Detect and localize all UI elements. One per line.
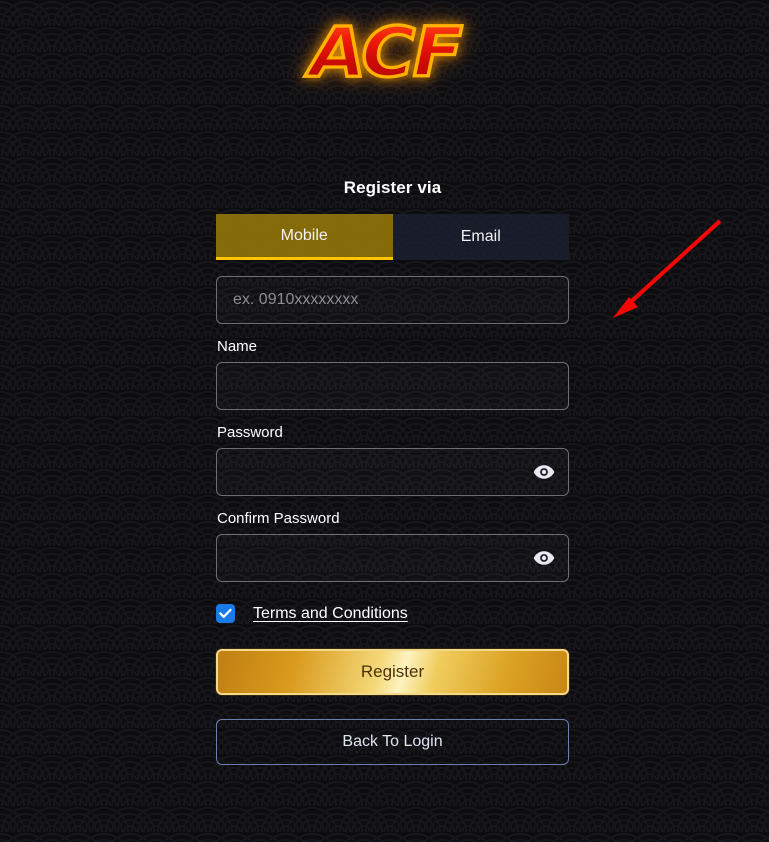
name-label: Name [217,338,258,355]
password-input-shell[interactable] [216,448,569,496]
register-method-tabs: Mobile Email [216,214,569,260]
confirm-password-visibility-toggle[interactable] [533,547,555,569]
password-field-group: Password [216,424,569,496]
tab-mobile[interactable]: Mobile [216,214,393,260]
check-icon [219,608,232,618]
password-input[interactable] [217,449,568,495]
page-title: Register via [343,178,442,197]
confirm-password-input-shell[interactable] [216,534,569,582]
mobile-input-shell[interactable] [216,276,569,324]
register-form: Register via Mobile Email Name Password [216,178,569,765]
name-input[interactable] [217,363,568,409]
brand-logo-text: ACF [307,12,464,93]
confirm-password-label: Confirm Password [217,510,340,527]
tab-email[interactable]: Email [392,214,569,260]
register-page: ACF Register via Mobile Email Name Passw… [0,0,769,842]
eye-icon [533,465,555,479]
confirm-password-input[interactable] [217,535,568,581]
back-to-login-button[interactable]: Back To Login [216,719,569,765]
terms-checkbox[interactable] [216,604,235,623]
annotation-arrow [613,219,722,318]
password-visibility-toggle[interactable] [533,461,555,483]
terms-row: Terms and Conditions [216,604,569,623]
register-button[interactable]: Register [216,649,569,695]
eye-icon [533,551,555,565]
mobile-field-group [216,276,569,324]
name-field-group: Name [216,338,569,410]
password-label: Password [217,424,283,441]
brand-logo: ACF [0,12,769,93]
terms-and-conditions-link[interactable]: Terms and Conditions [253,605,408,623]
confirm-password-field-group: Confirm Password [216,510,569,582]
name-input-shell[interactable] [216,362,569,410]
mobile-input[interactable] [217,277,568,323]
